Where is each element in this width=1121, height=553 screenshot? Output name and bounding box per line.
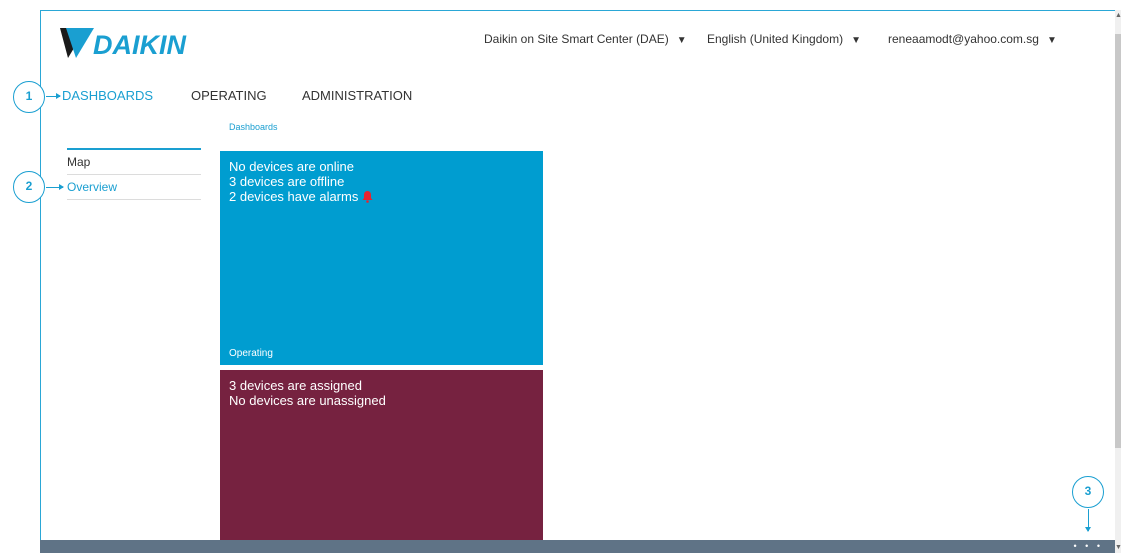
site-selector-label: Daikin on Site Smart Center (DAE) bbox=[484, 32, 669, 46]
bottom-bar: • • • bbox=[40, 540, 1115, 553]
nav-operating[interactable]: OPERATING bbox=[191, 88, 267, 103]
caret-down-icon: ▼ bbox=[851, 35, 861, 46]
administration-tile[interactable]: 3 devices are assigned No devices are un… bbox=[220, 370, 543, 540]
scrollbar-thumb[interactable] bbox=[1115, 34, 1121, 448]
arrow-right-icon bbox=[46, 93, 61, 99]
nav-dashboards[interactable]: DASHBOARDS bbox=[62, 88, 153, 103]
user-email: reneaamodt@yahoo.com.sg bbox=[888, 32, 1039, 46]
language-selector-label: English (United Kingdom) bbox=[707, 32, 844, 46]
callout-3: 3 bbox=[1072, 476, 1104, 508]
nav-administration[interactable]: ADMINISTRATION bbox=[302, 88, 412, 103]
callout-2: 2 bbox=[13, 171, 45, 203]
caret-down-icon: ▼ bbox=[1046, 35, 1057, 46]
scroll-up-icon[interactable]: ▲ bbox=[1115, 12, 1121, 19]
assigned-status: 3 devices are assigned bbox=[229, 378, 362, 393]
operating-tile[interactable]: No devices are online 3 devices are offl… bbox=[220, 151, 543, 365]
online-status: No devices are online bbox=[229, 159, 355, 174]
offline-status: 3 devices are offline bbox=[229, 174, 345, 189]
unassigned-status: No devices are unassigned bbox=[229, 393, 386, 408]
arrow-right-icon bbox=[46, 184, 64, 190]
sidebar-item-overview[interactable]: Overview bbox=[67, 175, 201, 200]
language-selector[interactable]: English (United Kingdom) ▼ bbox=[707, 32, 861, 46]
arrow-down-icon bbox=[1085, 509, 1091, 532]
breadcrumb[interactable]: Dashboards bbox=[229, 122, 278, 132]
sidebar-item-map[interactable]: Map bbox=[67, 150, 201, 175]
tile-footer-label: Operating bbox=[229, 348, 273, 359]
alarm-status: 2 devices have alarms bbox=[229, 189, 359, 204]
user-menu[interactable]: reneaamodt@yahoo.com.sg ▼ bbox=[888, 32, 1057, 46]
bell-icon bbox=[362, 191, 373, 203]
vertical-scrollbar[interactable]: ▲ ▼ bbox=[1115, 10, 1121, 553]
caret-down-icon: ▼ bbox=[676, 35, 687, 46]
top-navigation: Daikin on Site Smart Center (DAE) ▼ Engli… bbox=[0, 32, 1121, 52]
alarm-status-row: 2 devices have alarms bbox=[229, 189, 534, 204]
more-menu-button[interactable]: • • • bbox=[1074, 542, 1103, 551]
site-selector[interactable]: Daikin on Site Smart Center (DAE) ▼ bbox=[484, 32, 687, 46]
sidebar: Map Overview bbox=[67, 148, 201, 200]
callout-1: 1 bbox=[13, 81, 45, 113]
scroll-down-icon[interactable]: ▼ bbox=[1115, 544, 1121, 551]
